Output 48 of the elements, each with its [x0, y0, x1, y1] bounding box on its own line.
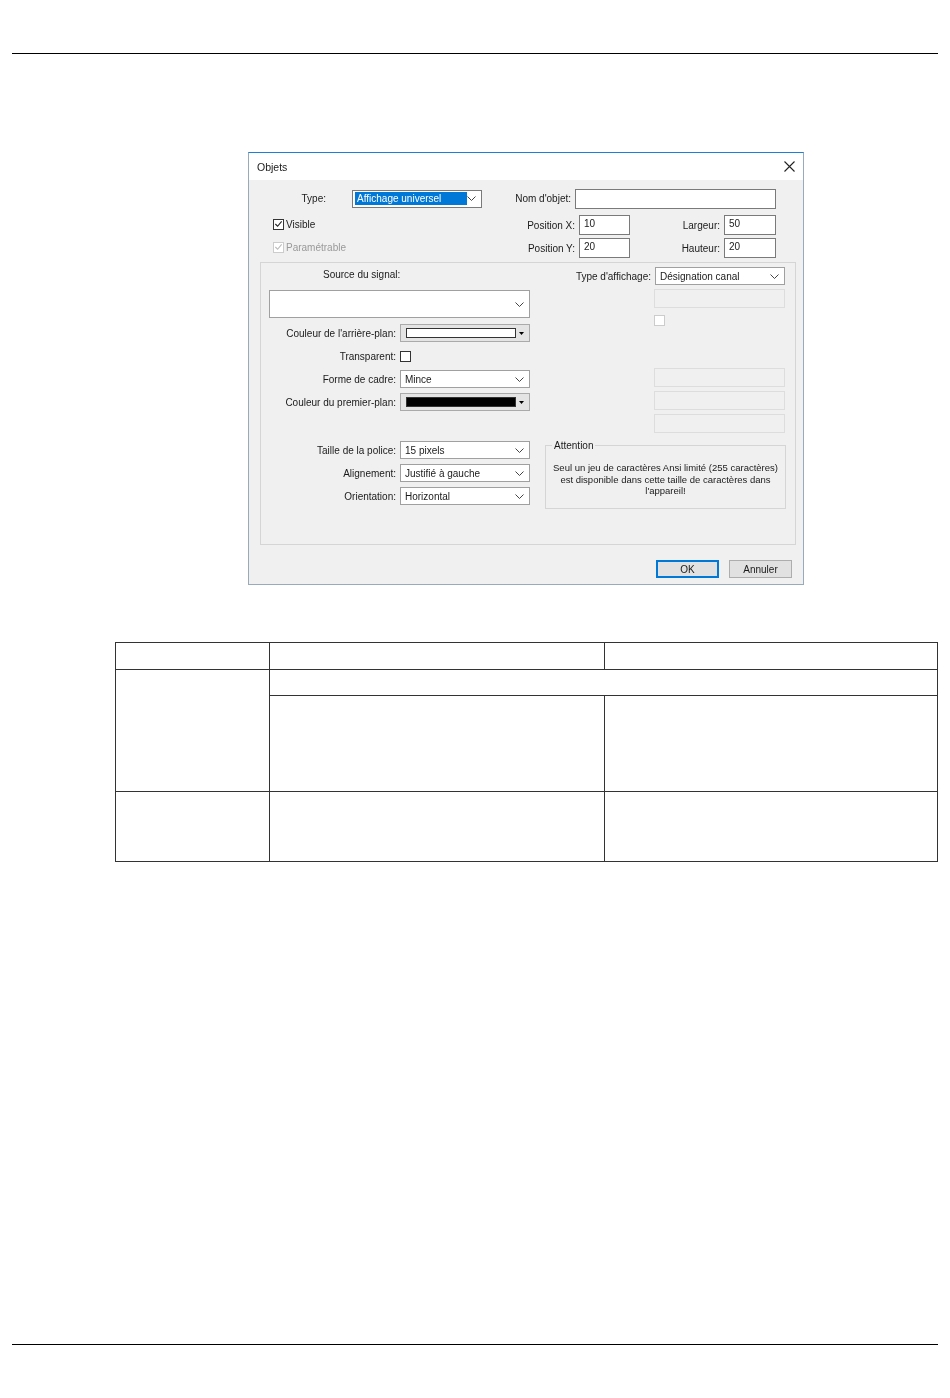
checkmark-icon [274, 242, 283, 253]
chevron-down-icon [515, 470, 524, 476]
dropdown[interactable]: Justifié à gauche [400, 464, 530, 482]
notice-text: Seul un jeu de caractères Ansi limité (255 caractères) est disponible dans cette taille de caractères dans l'appareil! [552, 462, 779, 497]
field-label: Couleur du premier-plan: [284, 396, 397, 408]
chevron-down-icon [515, 447, 524, 453]
field-label: Orientation: [343, 490, 397, 502]
dropdown[interactable]: Horizontal [400, 487, 530, 505]
chevron-down-icon [515, 376, 524, 382]
checkmark-icon [274, 219, 283, 230]
type-dropdown[interactable]: Affichage universel [352, 189, 482, 208]
dialog-button[interactable]: Annuler [729, 560, 792, 578]
input-field[interactable]: 50 [724, 215, 776, 235]
field-label: Couleur de l'arrière-plan: [285, 327, 397, 339]
chevron-down-icon [515, 493, 524, 499]
dropdown[interactable]: Mince [400, 370, 530, 388]
chevron-down-icon [515, 301, 524, 307]
chevron-down-icon [770, 273, 779, 279]
field-label: Transparent: [338, 350, 397, 362]
field-label: Alignement: [342, 467, 397, 479]
input-field[interactable]: 20 [579, 238, 630, 258]
window-title: Objets [257, 160, 288, 173]
input-field[interactable]: 10 [579, 215, 630, 235]
field-label: Largeur: [681, 219, 721, 231]
dropdown[interactable]: Désignation canal [655, 267, 785, 285]
signal-source-dropdown[interactable] [269, 290, 530, 318]
field-label: Forme de cadre: [321, 373, 397, 385]
field-label: Hauteur: [680, 242, 721, 254]
color-picker[interactable] [400, 393, 530, 411]
notice-title: Attention [552, 440, 596, 451]
checkbox[interactable]: Visible [273, 218, 316, 230]
field-label: Taille de la police: [316, 444, 397, 456]
dropdown[interactable]: 15 pixels [400, 441, 530, 459]
object-name-field[interactable] [575, 188, 776, 209]
signal-source-label: Source du signal: [322, 269, 402, 282]
type-label: Type: [300, 193, 327, 204]
dropdown-arrow-icon [519, 331, 524, 335]
input-field[interactable]: 20 [724, 238, 776, 258]
dialog-button[interactable]: OK [656, 560, 719, 578]
close-icon[interactable] [784, 161, 795, 172]
field-label: Position X: [527, 219, 576, 231]
dropdown-arrow-icon [519, 400, 524, 404]
display-type-label: Type d'affichage: [575, 270, 652, 282]
object-name-label: Nom d'objet: [514, 193, 572, 204]
chevron-down-icon [467, 196, 476, 201]
color-picker[interactable] [400, 324, 530, 342]
field-label: Position Y: [527, 242, 576, 254]
checkbox[interactable] [400, 350, 411, 362]
